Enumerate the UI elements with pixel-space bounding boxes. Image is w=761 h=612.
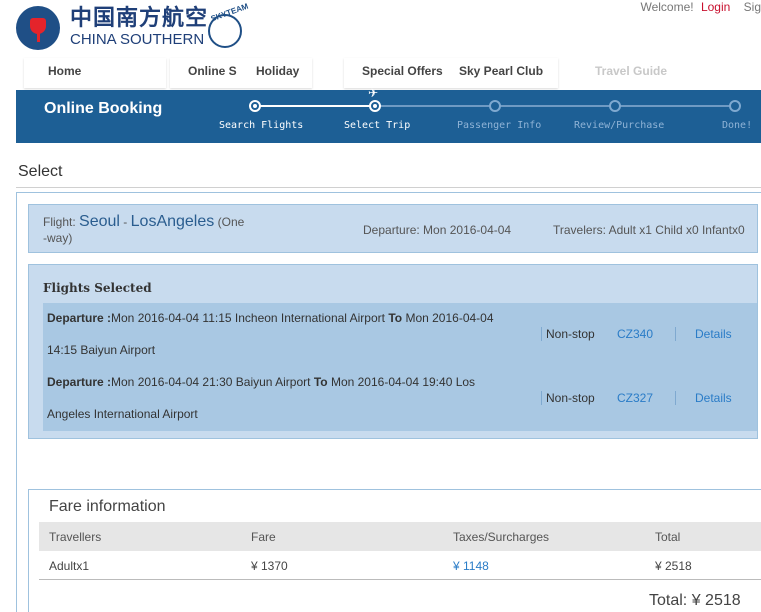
travelers-value: Adult x1 Child x0 Infantx0 bbox=[608, 223, 745, 237]
flight-origin: Seoul bbox=[79, 213, 120, 230]
login-link[interactable]: Login bbox=[701, 0, 730, 14]
nav-special-offers[interactable]: Special Offers Sky Pearl Club bbox=[344, 58, 558, 88]
flight-number-link[interactable]: CZ340 bbox=[617, 327, 653, 341]
flight-destination: LosAngeles bbox=[130, 213, 215, 230]
cell-total: ¥ 2518 bbox=[655, 559, 692, 573]
divider bbox=[675, 327, 676, 341]
cell-travellers: Adultx1 bbox=[49, 559, 90, 573]
page-title: Select bbox=[18, 163, 63, 180]
nav-sky-pearl-club[interactable]: Sky Pearl Club bbox=[459, 64, 543, 78]
kapok-flower-logo-icon bbox=[16, 6, 60, 50]
fare-table-header: Travellers Fare Taxes/Surcharges Total bbox=[39, 522, 761, 551]
divider bbox=[675, 391, 676, 405]
booking-container: Flight: Seoul - LosAngeles (One -way) De… bbox=[16, 192, 761, 612]
nav-online-services[interactable]: Online S Holiday bbox=[170, 58, 312, 88]
travelers-label: Travelers: bbox=[553, 223, 606, 237]
flight-label: Flight: bbox=[43, 215, 76, 229]
step-dot-5 bbox=[729, 100, 741, 112]
skyteam-logo-icon: SKYTEAM bbox=[204, 2, 249, 50]
departure-label: Departure: bbox=[363, 223, 420, 237]
step-dot-1 bbox=[249, 100, 261, 112]
fare-information-panel: Fare information Travellers Fare Taxes/S… bbox=[28, 489, 761, 612]
step-review-purchase: Review/Purchase bbox=[574, 120, 665, 131]
col-total: Total bbox=[655, 530, 681, 544]
segment-row: Departure :Mon 2016-04-04 21:30 Baiyun A… bbox=[47, 375, 732, 421]
segment-row: Departure :Mon 2016-04-04 11:15 Incheon … bbox=[47, 311, 732, 357]
fare-grand-total: Total: ¥ 2518 bbox=[649, 592, 741, 609]
banner-title: Online Booking bbox=[44, 100, 163, 117]
step-select-trip: Select Trip bbox=[344, 120, 411, 131]
progress-line-pending bbox=[376, 105, 736, 107]
welcome-bar: Welcome! Login Sig bbox=[640, 0, 761, 14]
col-taxes: Taxes/Surcharges bbox=[453, 530, 550, 544]
china-southern-logo[interactable]: 中国南方航空 CHINA SOUTHERN bbox=[16, 6, 208, 50]
fare-title: Fare information bbox=[49, 498, 166, 515]
departure-date: Mon 2016-04-04 bbox=[423, 223, 512, 237]
step-done: Done! bbox=[722, 120, 753, 131]
sign-up-link[interactable]: Sig bbox=[744, 0, 761, 14]
fare-table-row: Adultx1 ¥ 1370 ¥ 1148 ¥ 2518 bbox=[39, 551, 761, 580]
details-link[interactable]: Details bbox=[695, 391, 732, 405]
stop-type: Non-stop bbox=[541, 327, 595, 341]
step-dot-2 bbox=[369, 100, 381, 112]
taxes-link[interactable]: ¥ 1148 bbox=[453, 559, 489, 573]
logo-english-name: CHINA SOUTHERN bbox=[70, 31, 205, 48]
flight-summary-bar: Flight: Seoul - LosAngeles (One -way) De… bbox=[28, 204, 758, 253]
step-dot-4 bbox=[609, 100, 621, 112]
selected-segments-list: Departure :Mon 2016-04-04 11:15 Incheon … bbox=[43, 303, 757, 431]
route-dash: - bbox=[123, 215, 128, 229]
col-fare: Fare bbox=[251, 530, 276, 544]
nav-home[interactable]: Home bbox=[24, 58, 166, 88]
col-travellers: Travellers bbox=[49, 530, 102, 544]
title-divider bbox=[16, 187, 761, 188]
nav-holiday[interactable]: Holiday bbox=[256, 64, 299, 78]
welcome-text: Welcome! bbox=[640, 0, 694, 14]
details-link[interactable]: Details bbox=[695, 327, 732, 341]
nav-travel-guide[interactable]: Travel Guide bbox=[595, 64, 667, 78]
trip-type-a: (One bbox=[217, 215, 245, 229]
stop-type: Non-stop bbox=[541, 391, 595, 405]
booking-progress-banner: Online Booking ✈ Search Flights Select T… bbox=[16, 86, 761, 143]
step-passenger-info: Passenger Info bbox=[457, 120, 542, 131]
progress-line-done bbox=[256, 105, 376, 107]
step-dot-3 bbox=[489, 100, 501, 112]
trip-type-b: -way) bbox=[43, 231, 73, 245]
flights-selected-panel: Flights Selected Departure :Mon 2016-04-… bbox=[28, 264, 758, 439]
flights-selected-title: Flights Selected bbox=[43, 281, 152, 295]
airplane-icon: ✈ bbox=[368, 86, 379, 100]
cell-fare: ¥ 1370 bbox=[251, 559, 288, 573]
logo-chinese-name: 中国南方航空 bbox=[70, 6, 209, 31]
flight-number-link[interactable]: CZ327 bbox=[617, 391, 653, 405]
step-search-flights: Search Flights bbox=[219, 120, 304, 131]
